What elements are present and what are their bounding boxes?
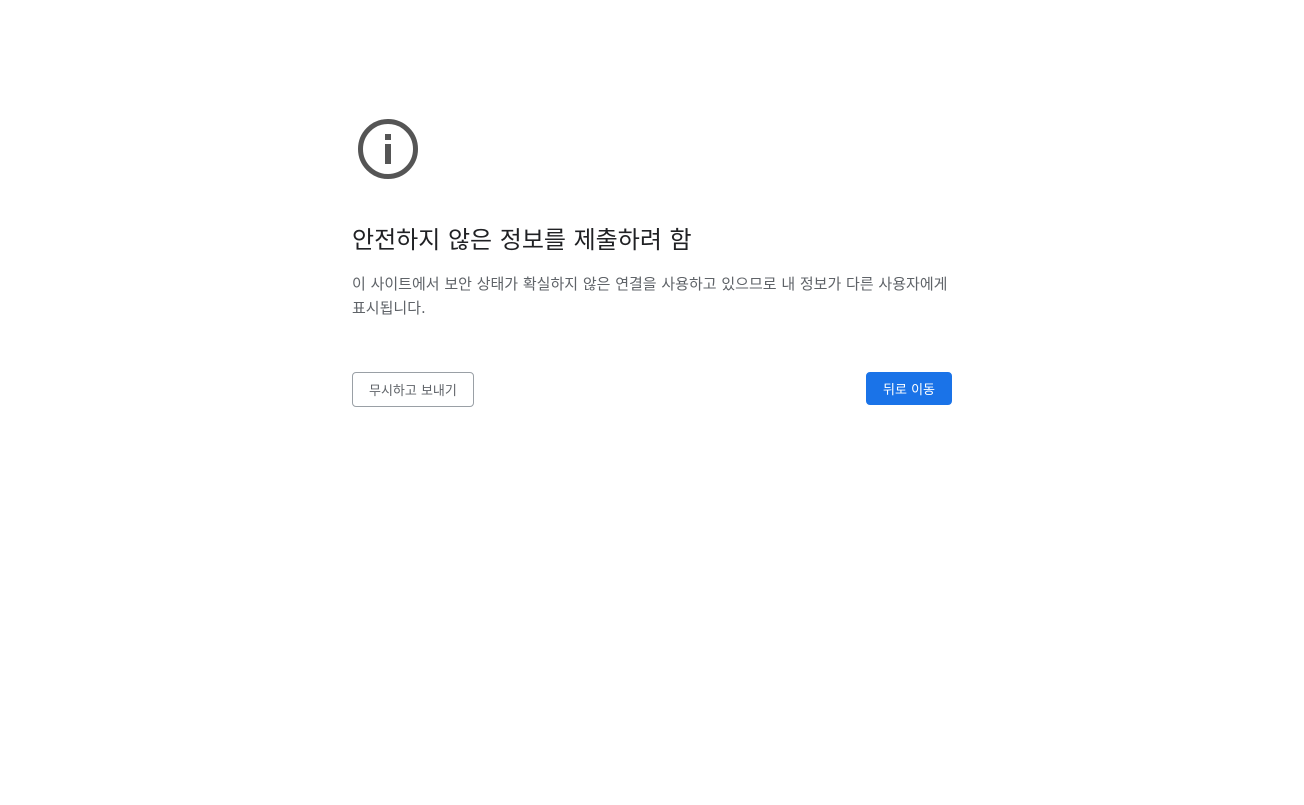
info-circle-icon-svg xyxy=(358,119,418,179)
insecure-form-interstitial: 안전하지 않은 정보를 제출하려 함 이 사이트에서 보안 상태가 확실하지 않… xyxy=(352,118,952,408)
button-row: 무시하고 보내기 뒤로 이동 xyxy=(352,372,952,408)
page: 안전하지 않은 정보를 제출하려 함 이 사이트에서 보안 상태가 확실하지 않… xyxy=(0,0,1304,805)
go-back-button[interactable]: 뒤로 이동 xyxy=(866,372,952,405)
send-anyway-button[interactable]: 무시하고 보내기 xyxy=(352,372,474,407)
warning-message: 이 사이트에서 보안 상태가 확실하지 않은 연결을 사용하고 있으므로 내 정… xyxy=(352,275,948,317)
info-circle-icon xyxy=(357,118,419,180)
page-title: 안전하지 않은 정보를 제출하려 함 xyxy=(352,226,692,254)
